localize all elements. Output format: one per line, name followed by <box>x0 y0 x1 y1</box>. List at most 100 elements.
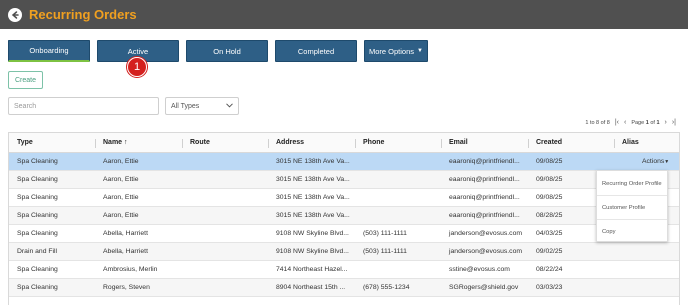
column-resize-handle[interactable] <box>441 139 442 148</box>
cell-name: Ambrosius, Merlin <box>103 266 158 273</box>
cell-name: Aaron, Ettie <box>103 176 139 183</box>
table-row[interactable]: Drain and Fill Abella, Harriett 9108 NW … <box>9 243 679 261</box>
app-header: Recurring Orders <box>0 0 688 29</box>
cell-address: 9108 NW Skyline Blvd... <box>276 248 349 255</box>
column-header-phone[interactable]: Phone <box>363 139 384 146</box>
cell-phone: (503) 111-1111 <box>363 248 407 255</box>
next-page-icon[interactable]: › <box>665 119 667 126</box>
cell-email: eaaroniq@printfriendl... <box>449 158 520 165</box>
prev-page-icon[interactable]: ‹ <box>624 119 626 126</box>
table-row[interactable]: Spa Cleaning Rogers, Steven 8904 Northea… <box>9 279 679 297</box>
cell-type: Spa Cleaning <box>17 194 58 201</box>
table-header: Type Name ↑ Route Address Phone Email Cr… <box>9 133 679 153</box>
cell-name: Aaron, Ettie <box>103 158 139 165</box>
cell-created: 04/03/25 <box>536 230 563 237</box>
table-row[interactable]: Spa Cleaning Aaron, Ettie 3015 NE 138th … <box>9 153 679 171</box>
column-header-address[interactable]: Address <box>276 139 304 146</box>
tab-on-hold[interactable]: On Hold <box>186 40 268 62</box>
cell-created: 09/02/25 <box>536 248 563 255</box>
table-row[interactable]: Spa Cleaning Aaron, Ettie 3015 NE 138th … <box>9 207 679 225</box>
cell-created: 03/03/23 <box>536 284 563 291</box>
search-input[interactable]: Search <box>8 97 159 115</box>
menu-item-recurring-order-profile[interactable]: Recurring Order Profile <box>602 181 662 187</box>
first-page-icon[interactable]: |‹ <box>615 119 619 126</box>
cell-email: eaaroniq@printfriendl... <box>449 212 520 219</box>
caret-down-icon: ▼ <box>417 48 423 54</box>
actions-label: Actions <box>642 158 665 165</box>
cell-created: 08/28/25 <box>536 212 563 219</box>
cell-address: 3015 NE 138th Ave Va... <box>276 158 350 165</box>
cell-type: Spa Cleaning <box>17 212 58 219</box>
cell-type: Spa Cleaning <box>17 266 58 273</box>
cell-type: Spa Cleaning <box>17 158 58 165</box>
tab-label: More Options <box>369 46 415 56</box>
type-filter-select[interactable]: All Types <box>165 97 239 115</box>
column-header-email[interactable]: Email <box>449 139 468 146</box>
sort-ascending-icon: ↑ <box>124 139 128 146</box>
column-header-alias[interactable]: Alias <box>622 139 639 146</box>
table-row[interactable]: Spa Cleaning Ambrosius, Merlin 7414 Nort… <box>9 261 679 279</box>
column-resize-handle[interactable] <box>614 139 615 148</box>
last-page-icon[interactable]: ›| <box>672 119 676 126</box>
actions-dropdown[interactable]: Actions▼ <box>642 158 669 165</box>
tab-label: Onboarding <box>29 46 69 55</box>
column-header-label: Name <box>103 139 123 146</box>
cell-address: 3015 NE 138th Ave Va... <box>276 194 350 201</box>
pager-current-page: 1 <box>645 119 649 126</box>
actions-menu: Recurring Order Profile Customer Profile… <box>596 170 668 242</box>
type-filter-value: All Types <box>171 102 200 110</box>
column-header-route[interactable]: Route <box>190 139 210 146</box>
column-resize-handle[interactable] <box>268 139 269 148</box>
pager-total-pages: 1 <box>656 119 660 126</box>
cell-created: 09/08/25 <box>536 194 563 201</box>
cell-name: Aaron, Ettie <box>103 194 139 201</box>
column-header-created[interactable]: Created <box>536 139 562 146</box>
cell-type: Spa Cleaning <box>17 230 58 237</box>
cell-type: Spa Cleaning <box>17 284 58 291</box>
cell-name: Aaron, Ettie <box>103 212 139 219</box>
column-resize-handle[interactable] <box>528 139 529 148</box>
pager-range: 1 to 8 of 8 <box>585 119 610 126</box>
step-badge-1: 1 <box>127 57 147 77</box>
cell-name: Abella, Harriett <box>103 230 148 237</box>
create-button[interactable]: Create <box>8 71 43 89</box>
cell-address: 8904 Northeast 15th ... <box>276 284 346 291</box>
menu-divider <box>597 195 667 196</box>
tab-label: On Hold <box>213 46 241 56</box>
menu-item-customer-profile[interactable]: Customer Profile <box>602 205 645 211</box>
tab-label: Active <box>127 46 149 56</box>
column-resize-handle[interactable] <box>355 139 356 148</box>
cell-phone: (678) 555-1234 <box>363 284 410 291</box>
menu-item-copy[interactable]: Copy <box>602 229 616 235</box>
pager-page-prefix: Page <box>631 119 645 126</box>
tab-label: Completed <box>297 46 335 56</box>
cell-created: 08/22/24 <box>536 266 563 273</box>
cell-name: Rogers, Steven <box>103 284 150 291</box>
cell-email: janderson@evosus.com <box>449 248 523 255</box>
column-resize-handle[interactable] <box>182 139 183 148</box>
back-arrow-circle-icon[interactable] <box>8 7 22 22</box>
table-row[interactable]: Spa Cleaning Abella, Harriett 9108 NW Sk… <box>9 225 679 243</box>
cell-address: 3015 NE 138th Ave Va... <box>276 212 350 219</box>
menu-divider <box>597 219 667 220</box>
cell-created: 09/08/25 <box>536 176 563 183</box>
tab-completed[interactable]: Completed <box>275 40 357 62</box>
cell-email: janderson@evosus.com <box>449 230 523 237</box>
table-row[interactable]: Spa Cleaning Aaron, Ettie 3015 NE 138th … <box>9 171 679 189</box>
cell-email: eaaroniq@printfriendl... <box>449 176 520 183</box>
cell-type: Drain and Fill <box>17 248 58 255</box>
column-header-type[interactable]: Type <box>17 139 33 146</box>
table-row[interactable]: Spa Cleaning Aaron, Ettie 3015 NE 138th … <box>9 189 679 207</box>
cell-phone: (503) 111-1111 <box>363 230 407 237</box>
cell-address: 9108 NW Skyline Blvd... <box>276 230 349 237</box>
caret-down-icon: ▼ <box>664 159 670 165</box>
tab-onboarding[interactable]: Onboarding <box>8 40 90 62</box>
more-options-button[interactable]: More Options ▼ <box>364 40 428 62</box>
column-header-name[interactable]: Name ↑ <box>103 139 128 146</box>
cell-created: 09/08/25 <box>536 158 563 165</box>
orders-table: Type Name ↑ Route Address Phone Email Cr… <box>8 132 680 305</box>
cell-address: 3015 NE 138th Ave Va... <box>276 176 350 183</box>
cell-email: SGRogers@shield.gov <box>449 284 519 291</box>
cell-address: 7414 Northeast Hazel... <box>276 266 348 273</box>
column-resize-handle[interactable] <box>95 139 96 148</box>
